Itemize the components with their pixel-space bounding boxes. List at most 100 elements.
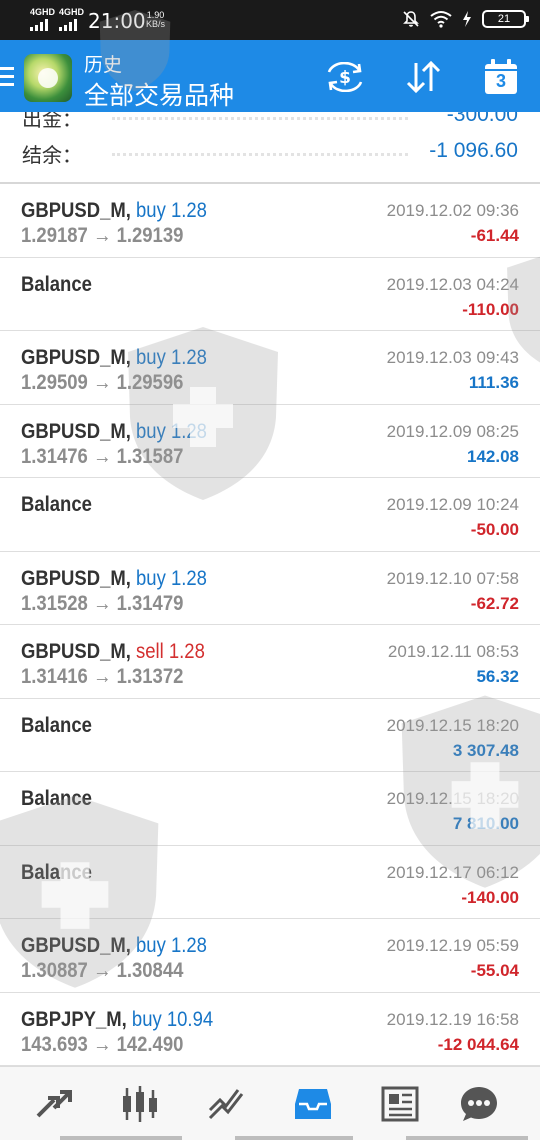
sort-icon[interactable] <box>400 57 446 97</box>
deal-side: buy <box>136 199 166 222</box>
deal-side-volume: buy 10.94 <box>132 1008 213 1031</box>
deal-time: 2019.12.15 18:20 <box>386 715 519 735</box>
deal-volume: 1.28 <box>170 566 207 590</box>
history-icon[interactable] <box>290 1081 336 1127</box>
deal-profit: -140.00 <box>461 887 519 907</box>
deal-side-volume: buy 1.28 <box>136 199 207 222</box>
deal-row[interactable]: GBPUSD_M, buy 1.28 1.29187 → 1.29139 2019.… <box>0 184 540 258</box>
deal-row[interactable]: Balance 2019.12.03 04:24 -110.00 <box>0 258 540 331</box>
deal-profit: 56.32 <box>476 667 519 686</box>
deal-prices: 1.31416 → 1.31372 <box>21 665 183 689</box>
deal-symbol: Balance <box>21 493 92 517</box>
sim1-signal-icon: 4GHD <box>30 8 55 31</box>
deal-symbol-text: Balance <box>21 787 92 810</box>
deal-row[interactable]: Balance 2019.12.17 06:12 -140.00 <box>0 846 540 919</box>
open-price: 1.29187 <box>21 224 88 247</box>
deal-symbol: GBPUSD_M, buy 1.28 <box>21 199 207 223</box>
deal-row[interactable]: GBPUSD_M, buy 1.28 1.31476 → 1.31587 2019.… <box>0 405 540 478</box>
deal-time: 2019.12.09 08:25 <box>386 421 519 441</box>
dotted-leader <box>112 117 408 120</box>
close-price: 142.490 <box>116 1032 184 1056</box>
menu-icon[interactable] <box>0 67 14 91</box>
deal-profit: -61.44 <box>470 226 519 245</box>
currency-exchange-icon[interactable]: $ <box>322 57 368 97</box>
withdraw-value: -300.00 <box>446 112 518 126</box>
deal-row[interactable]: GBPUSD_M, buy 1.28 1.31528 → 1.31479 2019.… <box>0 552 540 625</box>
open-price: 1.31416 <box>21 665 88 688</box>
deal-time: 2019.12.11 08:53 <box>387 642 519 661</box>
deal-symbol: GBPUSD_M, buy 1.28 <box>21 934 207 958</box>
quotes-icon[interactable] <box>31 1081 77 1127</box>
deal-volume: 1.28 <box>170 199 207 222</box>
sim1-label: 4GHD <box>30 7 56 17</box>
deal-profit: 142.08 <box>467 446 519 466</box>
close-price: 1.29139 <box>116 224 184 247</box>
calendar-icon[interactable]: 3 <box>478 57 524 97</box>
header-title[interactable]: 全部交易品种 <box>84 76 234 112</box>
deal-symbol: Balance <box>21 714 92 738</box>
arrow-icon: → <box>92 444 112 468</box>
arrow-icon: → <box>92 591 112 615</box>
deal-profit: -50.00 <box>470 520 519 539</box>
deal-side: buy <box>136 346 166 369</box>
balance-summary-row: 结余： -1 096.60 <box>22 139 518 167</box>
chat-icon[interactable] <box>456 1081 502 1127</box>
deal-symbol-text: GBPUSD_M, <box>21 419 131 443</box>
history-summary: 出金： -300.00 结余： -1 096.60 <box>0 112 540 182</box>
deal-time: 2019.12.09 10:24 <box>386 495 519 514</box>
arrow-icon: → <box>92 224 112 247</box>
trade-icon[interactable] <box>203 1081 249 1127</box>
deal-time: 2019.12.03 09:43 <box>386 348 519 367</box>
deal-row[interactable]: GBPUSD_M, sell 1.28 1.31416 → 1.31372 2019… <box>0 625 540 699</box>
deal-row[interactable]: Balance 2019.12.09 10:24 -50.00 <box>0 478 540 552</box>
bottom-navigation <box>0 1066 540 1140</box>
close-price: 1.31372 <box>116 665 184 688</box>
deal-time: 2019.12.15 18:20 <box>386 789 519 808</box>
deal-prices: 1.29509 → 1.29596 <box>21 371 183 395</box>
deal-symbol-text: GBPUSD_M, <box>21 199 131 222</box>
deal-volume: 1.28 <box>170 934 207 957</box>
deal-list[interactable]: GBPUSD_M, buy 1.28 1.29187 → 1.29139 2019.… <box>0 184 540 1066</box>
nav-indicator <box>406 1136 528 1140</box>
deal-time: 2019.12.19 16:58 <box>386 1009 519 1029</box>
deal-row[interactable]: Balance 2019.12.15 18:20 7 810.00 <box>0 772 540 846</box>
deal-symbol-text: GBPUSD_M, <box>21 934 131 957</box>
deal-side: buy <box>136 419 166 443</box>
deal-time: 2019.12.02 09:36 <box>386 201 519 220</box>
deal-volume: 1.28 <box>168 640 205 663</box>
deal-symbol-text: GBPUSD_M, <box>21 640 131 663</box>
deal-prices: 1.31476 → 1.31587 <box>21 445 183 469</box>
deal-prices: 1.29187 → 1.29139 <box>21 224 183 248</box>
withdraw-label: 出金： <box>22 112 82 131</box>
app-logo[interactable] <box>24 54 72 102</box>
chart-icon[interactable] <box>117 1081 163 1127</box>
open-price: 1.30887 <box>21 959 88 982</box>
deal-row[interactable]: GBPJPY_M, buy 10.94 143.693 → 142.490 2019… <box>0 993 540 1066</box>
deal-row[interactable]: GBPUSD_M, buy 1.28 1.29509 → 1.29596 2019.… <box>0 331 540 405</box>
deal-time: 2019.12.10 07:58 <box>386 568 519 588</box>
deal-symbol: GBPUSD_M, buy 1.28 <box>21 346 207 370</box>
deal-time: 2019.12.19 05:59 <box>386 936 519 955</box>
battery-icon: 21 <box>482 10 529 28</box>
deal-profit: 7 810.00 <box>452 814 519 833</box>
deal-row[interactable]: Balance 2019.12.15 18:20 3 307.48 <box>0 699 540 772</box>
news-icon[interactable] <box>377 1081 423 1127</box>
deal-symbol-text: GBPUSD_M, <box>21 346 131 369</box>
clock: 21:00 <box>88 9 146 33</box>
deal-side: buy <box>136 934 166 957</box>
deal-row[interactable]: GBPUSD_M, buy 1.28 1.30887 → 1.30844 2019.… <box>0 919 540 993</box>
deal-side-volume: buy 1.28 <box>136 420 207 443</box>
deal-symbol-text: Balance <box>21 493 92 516</box>
arrow-icon: → <box>92 371 112 394</box>
nav-indicator <box>60 1136 182 1140</box>
deal-symbol-text: GBPJPY_M, <box>21 1007 127 1031</box>
withdraw-row: 出金： -300.00 <box>22 112 518 131</box>
deal-prices: 143.693 → 142.490 <box>21 1033 183 1057</box>
deal-volume: 10.94 <box>166 1007 214 1031</box>
svg-text:$: $ <box>339 68 351 88</box>
deal-side-volume: buy 1.28 <box>136 934 207 957</box>
close-price: 1.29596 <box>116 371 184 394</box>
deal-profit: 111.36 <box>468 373 519 392</box>
deal-symbol-text: GBPUSD_M, <box>21 566 131 590</box>
deal-symbol: GBPUSD_M, sell 1.28 <box>21 640 205 664</box>
